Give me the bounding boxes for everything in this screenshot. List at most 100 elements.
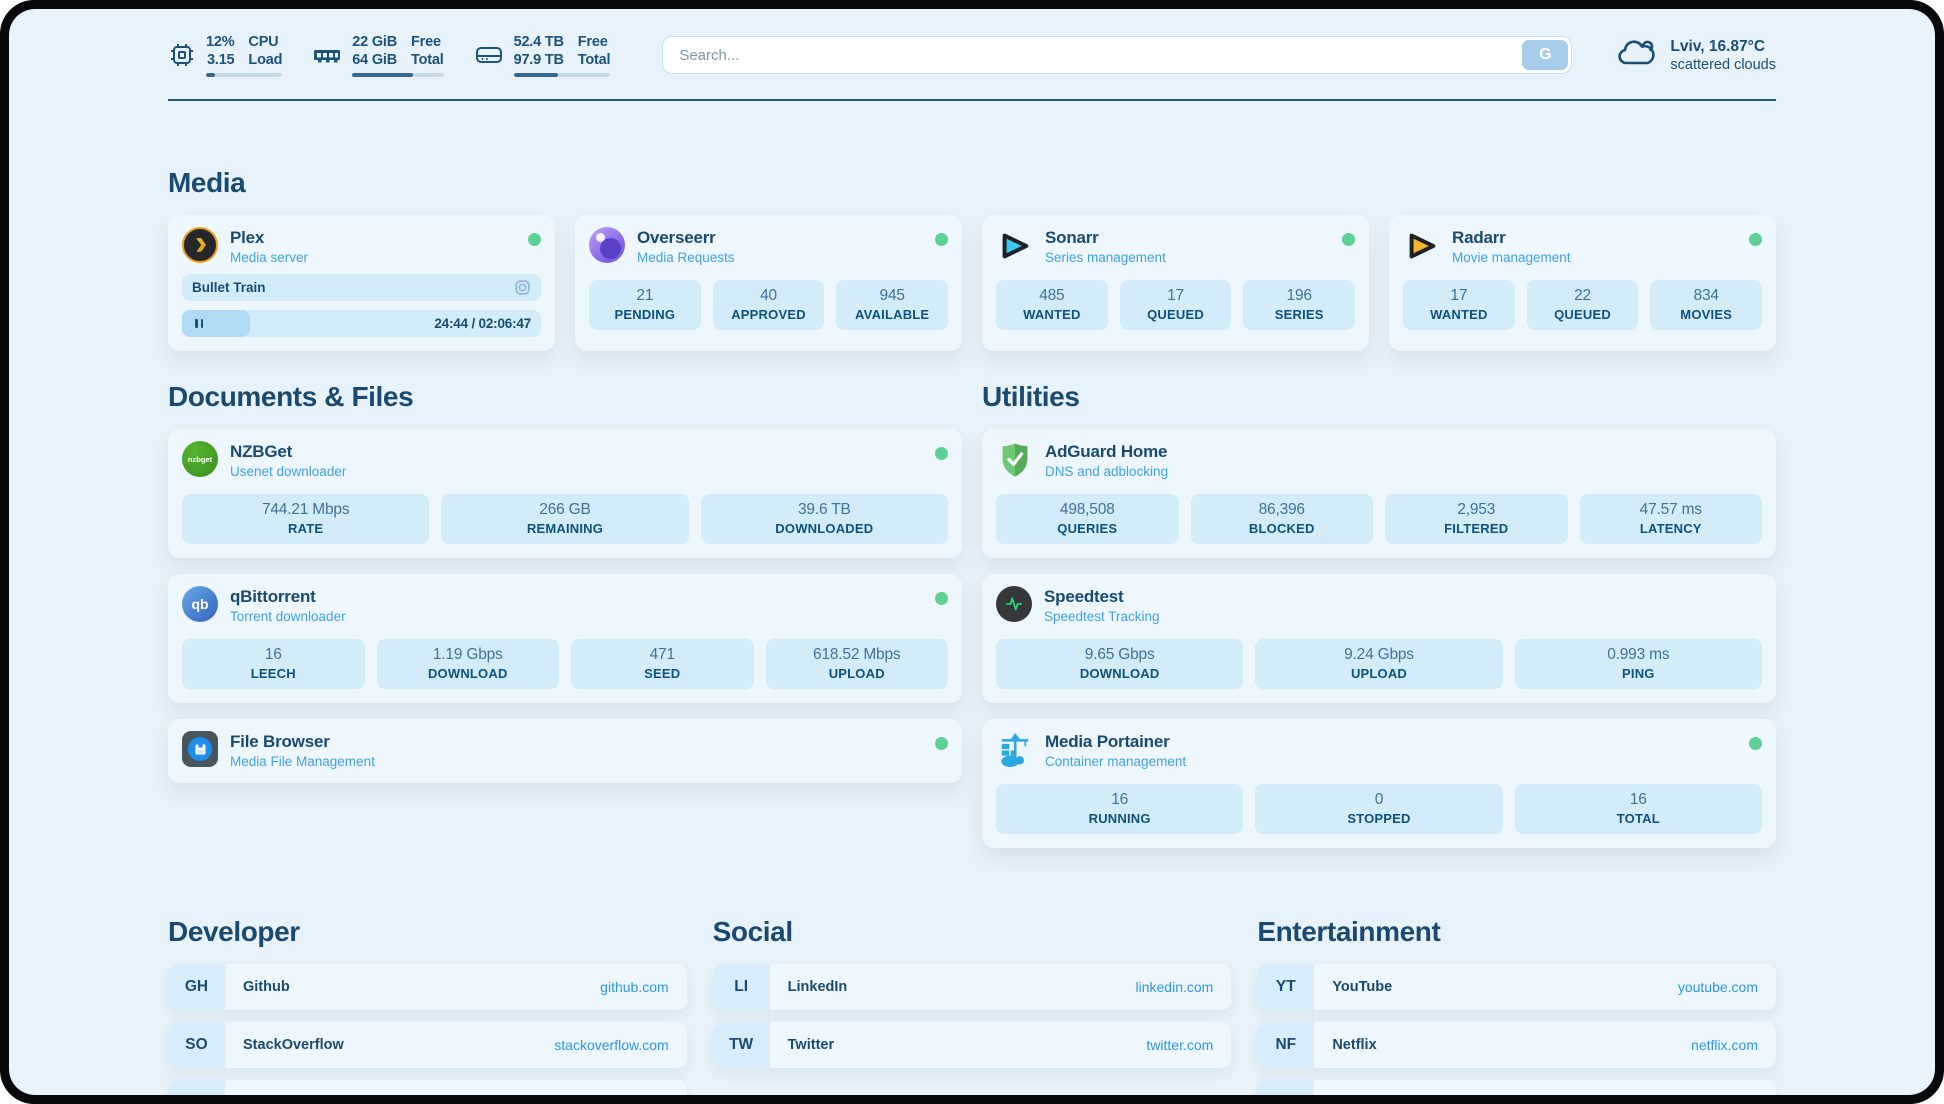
playback-progress-row: 24:44 / 02:06:47 [182,310,541,337]
ram-icon [312,41,342,69]
bookmark-abbr: GH [168,964,225,1010]
service-card-portainer[interactable]: Media Portainer Container management 16 … [982,719,1776,848]
media-grid: Plex Media server Bullet Train 24:44 / 0… [168,215,1776,351]
cpu-progress-track [206,73,282,77]
status-dot [935,737,948,750]
service-card-plex[interactable]: Plex Media server Bullet Train 24:44 / 0… [168,215,555,351]
service-subtitle: Media File Management [230,754,375,769]
status-dot [935,233,948,246]
bookmark-netflix[interactable]: NF Netflix netflix.com [1257,1022,1776,1068]
service-subtitle: Usenet downloader [230,464,346,479]
bookmark-name: LinkedIn [770,964,848,1010]
stat-available: 945 AVAILABLE [836,280,948,330]
section-title-utilities: Utilities [982,381,1776,413]
service-subtitle: Media Requests [637,250,735,265]
bookmark-name: Netflix [1314,1022,1376,1068]
service-card-filebrowser[interactable]: File Browser Media File Management [168,719,962,783]
bookmark-url: stackoverflow.com [554,1022,686,1068]
service-title: qBittorrent [230,587,346,607]
cpu-icon [168,41,196,69]
stat-wanted: 17 WANTED [1403,280,1515,330]
memory-widget: 22 GiB 64 GiB Free Total [312,33,443,77]
stat-ping: 0.993 ms PING [1515,639,1762,689]
status-dot [1342,233,1355,246]
bookmark-abbr: DT [168,1080,225,1095]
documents-column: Documents & Files nzbget NZBGet Usenet d… [168,381,962,799]
bookmark-name: Twitter [770,1022,834,1068]
service-subtitle: Container management [1045,754,1186,769]
cpu-load-label: Load [248,51,282,69]
cpu-progress-fill [206,73,215,77]
bookmark-linkedin[interactable]: LI LinkedIn linkedin.com [713,964,1232,1010]
status-dot [935,592,948,605]
service-title: Media Portainer [1045,732,1186,752]
bookmark-dev[interactable]: DT DEV dev.to [168,1080,687,1095]
bookmark-name: DEV [225,1080,273,1095]
playback-time: 24:44 / 02:06:47 [434,316,531,331]
bookmark-name: StackOverflow [225,1022,344,1068]
now-playing-row: Bullet Train [182,274,541,301]
disk-total-label: Total [578,51,611,69]
service-card-speedtest[interactable]: Speedtest Speedtest Tracking 9.65 Gbps D… [982,574,1776,703]
weather-widget: Lviv, 16.87°C scattered clouds [1616,36,1776,75]
service-title: Radarr [1452,228,1571,248]
cloud-icon [1616,36,1658,75]
disk-icon [474,41,504,69]
radarr-icon [1403,227,1440,264]
search-input[interactable] [662,36,1572,74]
stat-downloaded: 39.6 TB DOWNLOADED [701,494,948,544]
service-subtitle: Speedtest Tracking [1044,609,1160,624]
status-dot [1749,233,1762,246]
bookmark-url: linkedin.com [1136,964,1232,1010]
stat-download: 9.65 Gbps DOWNLOAD [996,639,1243,689]
stat-movies: 834 MOVIES [1650,280,1762,330]
bookmark-stackoverflow[interactable]: SO StackOverflow stackoverflow.com [168,1022,687,1068]
bookmark-url: netflix.com [1691,1022,1776,1068]
bookmark-url: github.com [600,964,686,1010]
section-title-media: Media [168,167,1776,199]
stat-pending: 21 PENDING [589,280,701,330]
resource-widgets: 12% 3.15 CPU Load [168,33,610,77]
now-playing-title: Bullet Train [192,280,266,295]
memory-total-label: Total [411,51,444,69]
service-card-nzbget[interactable]: nzbget NZBGet Usenet downloader 744.21 M… [168,429,962,558]
bookmark-abbr: YT [1257,964,1314,1010]
bookmark-abbr: LI [713,964,770,1010]
disk-free-label: Free [578,33,611,51]
service-subtitle: Media server [230,250,308,265]
stat-wanted: 485 WANTED [996,280,1108,330]
bookmark-abbr: RE [1257,1080,1314,1095]
section-title-entertainment: Entertainment [1257,916,1776,948]
filebrowser-icon [182,731,218,767]
service-subtitle: DNS and adblocking [1045,464,1168,479]
top-bar: 12% 3.15 CPU Load [168,33,1776,77]
utilities-column: Utilities AdGuard Home DNS and [982,381,1776,864]
stat-seed: 471 SEED [571,639,754,689]
section-title-social: Social [713,916,1232,948]
bookmark-youtube[interactable]: YT YouTube youtube.com [1257,964,1776,1010]
stat-download: 1.19 Gbps DOWNLOAD [377,639,560,689]
bookmark-reddit[interactable]: RE Reddit reddit.com [1257,1080,1776,1095]
service-card-radarr[interactable]: Radarr Movie management 17 WANTED 22 QUE… [1389,215,1776,351]
service-subtitle: Movie management [1452,250,1571,265]
cpu-usage-label: CPU [248,33,282,51]
stat-queued: 17 QUEUED [1120,280,1232,330]
bookmark-group-developer: Developer GH Github github.com SO StackO… [168,916,687,1095]
stat-blocked: 86,396 BLOCKED [1191,494,1374,544]
stat-queries: 498,508 QUERIES [996,494,1179,544]
service-card-qbittorrent[interactable]: qb qBittorrent Torrent downloader 16 LEE… [168,574,962,703]
bookmark-name: YouTube [1314,964,1392,1010]
bookmark-github[interactable]: GH Github github.com [168,964,687,1010]
service-card-overseerr[interactable]: Overseerr Media Requests 21 PENDING 40 A… [575,215,962,351]
bookmark-twitter[interactable]: TW Twitter twitter.com [713,1022,1232,1068]
search-go-button[interactable]: G [1522,40,1568,70]
stat-stopped: 0 STOPPED [1255,784,1502,834]
service-card-adguard[interactable]: AdGuard Home DNS and adblocking 498,508 … [982,429,1776,558]
service-card-sonarr[interactable]: Sonarr Series management 485 WANTED 17 Q… [982,215,1369,351]
section-title-developer: Developer [168,916,687,948]
weather-location-temp: Lviv, 16.87°C [1670,38,1776,56]
service-title: AdGuard Home [1045,442,1168,462]
stat-total: 16 TOTAL [1515,784,1762,834]
speedtest-icon [996,586,1032,622]
memory-progress-fill [352,73,412,77]
